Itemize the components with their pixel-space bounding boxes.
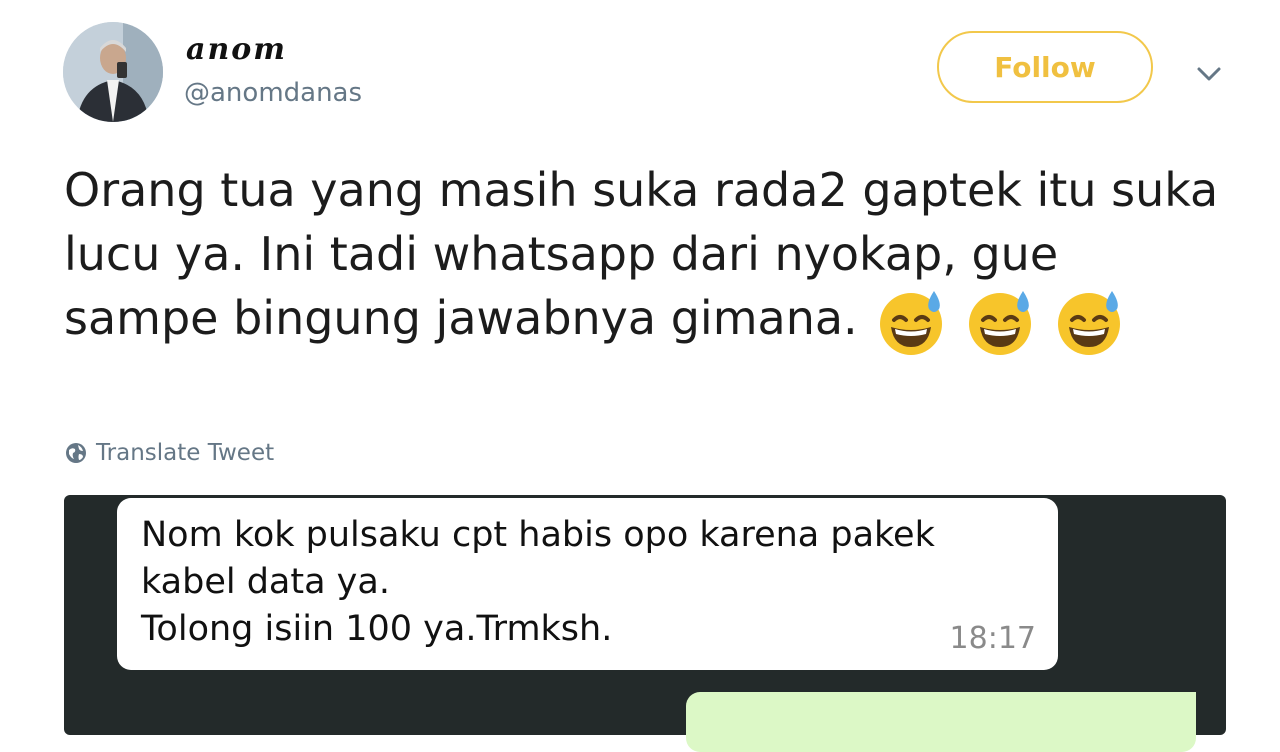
- grinning-face-with-sweat-icon: [876, 287, 946, 357]
- display-name[interactable]: anom: [186, 32, 287, 67]
- follow-button[interactable]: Follow: [937, 31, 1153, 103]
- translate-label: Translate Tweet: [96, 440, 275, 466]
- message-timestamp: 18:17: [949, 621, 1036, 656]
- user-handle[interactable]: @anomdanas: [184, 78, 362, 108]
- grinning-face-with-sweat-icon: [1054, 287, 1124, 357]
- avatar[interactable]: [63, 22, 163, 122]
- translate-tweet-link[interactable]: Translate Tweet: [64, 440, 274, 466]
- outgoing-message-bubble: [686, 692, 1196, 752]
- tweet-text-content: Orang tua yang masih suka rada2 gaptek i…: [64, 163, 1219, 345]
- incoming-message-text: Nom kok pulsaku cpt habis opo karena pak…: [141, 515, 935, 649]
- tweet-text: Orang tua yang masih suka rada2 gaptek i…: [64, 158, 1224, 357]
- tweet-media-image[interactable]: Nom kok pulsaku cpt habis opo karena pak…: [64, 495, 1226, 752]
- chevron-down-icon[interactable]: [1193, 60, 1225, 88]
- grinning-face-with-sweat-icon: [965, 287, 1035, 357]
- profile-photo: [63, 22, 163, 122]
- incoming-message-bubble: Nom kok pulsaku cpt habis opo karena pak…: [117, 498, 1058, 670]
- globe-icon: [66, 443, 86, 463]
